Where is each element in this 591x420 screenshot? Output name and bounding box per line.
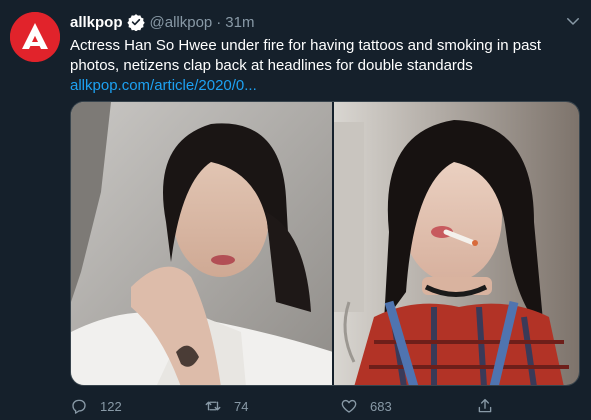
timestamp[interactable]: 31m	[225, 14, 254, 31]
like-count: 683	[370, 398, 392, 414]
chevron-down-icon[interactable]	[564, 12, 582, 30]
reply-count: 122	[100, 398, 122, 414]
tweet-card[interactable]: allkpop @allkpop · 31m Actress Han So Hw…	[0, 0, 591, 420]
tweet-header: allkpop @allkpop · 31m	[70, 12, 254, 32]
media-grid	[70, 101, 580, 386]
tweet-text: Actress Han So Hwee under fire for havin…	[70, 37, 542, 74]
like-button[interactable]: 683	[340, 397, 392, 415]
allkpop-logo	[10, 12, 60, 62]
share-icon	[478, 398, 492, 413]
author-handle[interactable]: @allkpop	[150, 14, 213, 31]
reply-icon	[72, 399, 86, 414]
action-bar: 122 74 683	[70, 396, 570, 416]
verified-badge-icon	[126, 13, 145, 32]
retweet-icon	[205, 401, 221, 411]
retweet-count: 74	[234, 398, 249, 414]
photo-right[interactable]	[333, 102, 579, 385]
separator: ·	[216, 13, 222, 31]
heart-icon	[341, 399, 357, 413]
photo-left[interactable]	[71, 102, 332, 385]
retweet-button[interactable]: 74	[204, 397, 248, 415]
author-name[interactable]: allkpop	[70, 14, 123, 31]
reply-button[interactable]: 122	[70, 397, 122, 415]
tweet-link[interactable]: allkpop.com/article/2020/0...	[70, 76, 257, 96]
share-button[interactable]	[476, 397, 494, 415]
avatar[interactable]	[10, 12, 60, 62]
